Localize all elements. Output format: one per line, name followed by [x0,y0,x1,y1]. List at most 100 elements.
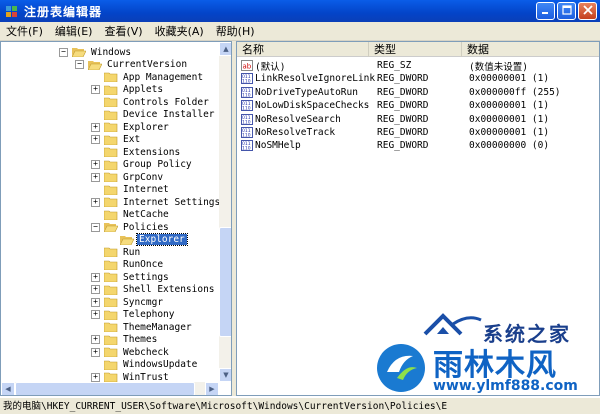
menu-edit[interactable]: 编辑(E) [49,23,99,39]
expand-icon[interactable]: + [91,335,100,345]
tree-node[interactable]: + Shell Extensions [91,284,217,297]
expand-icon[interactable]: + [91,160,100,170]
folder-icon [103,85,118,96]
tree-node[interactable]: − Windows [59,46,133,59]
menu-favorites[interactable]: 收藏夹(A) [149,23,210,39]
close-button[interactable] [578,2,597,20]
tree-vertical-scrollbar[interactable]: ▲ ▼ [219,42,231,382]
value-row[interactable]: ab (默认) REG_SZ (数值未设置) [237,59,599,73]
tree-node-label: WindowsUpdate [123,359,198,371]
tree-node[interactable]: Extensions [91,146,182,159]
value-row[interactable]: 011 110 NoLowDiskSpaceChecks REG_DWORD 0x000… [237,99,599,112]
tree-node[interactable]: WindowsUpdate [91,359,199,372]
expand-icon[interactable]: + [91,285,100,295]
regedit-app-icon [4,3,20,19]
collapse-icon[interactable]: − [91,222,100,232]
tree-node[interactable]: + Webcheck [91,346,171,359]
tree-node-label: Telephony [123,309,175,321]
tree-node-label: Run [123,246,141,258]
minimize-button[interactable] [536,2,555,20]
scroll-right-button[interactable]: ▶ [205,382,219,395]
menu-help[interactable]: 帮助(H) [210,23,261,39]
value-data: 0x00000000 (0) [469,140,550,152]
tree-node-label: ThemeManager [123,321,192,333]
svg-text:ab: ab [243,63,252,71]
folder-icon [103,172,118,183]
value-row[interactable]: 011 110 NoDriveTypeAutoRun REG_DWORD 0x00000… [237,86,599,99]
tree-node[interactable]: + Telephony [91,309,176,322]
expand-icon[interactable]: + [91,85,100,95]
value-data: 0x00000001 (1) [469,127,550,138]
tree-node[interactable]: ThemeManager [91,321,194,334]
value-row[interactable]: 011 110 LinkResolveIgnoreLink... REG_DWORD 0… [237,72,599,85]
tree-horizontal-scrollbar[interactable]: ◀ ▶ [1,382,219,395]
tree-node[interactable]: + Ext [91,134,142,147]
registry-tree[interactable]: − Windows − CurrentVersion App Management + Ap… [0,41,232,396]
expand-icon[interactable]: + [91,122,100,132]
tree-node[interactable]: + Group Policy [91,159,194,172]
column-type[interactable]: 类型 [369,42,462,57]
folder-icon [103,260,118,271]
tree-node[interactable]: − CurrentVersion [75,59,189,72]
tree-node[interactable]: Run [91,246,142,259]
tree-node-label: Policies [123,221,169,233]
tree-node[interactable]: NetCache [91,209,171,222]
expand-icon[interactable]: + [91,197,100,207]
tree-node[interactable]: + Themes [91,334,159,347]
folder-icon [103,160,118,171]
value-row[interactable]: 011 110 NoResolveTrack REG_DWORD 0x00000001 … [237,126,599,139]
horizontal-scroll-thumb[interactable] [15,382,195,395]
tree-node[interactable]: RunOnce [91,259,165,272]
tree-node[interactable]: + Explorer [91,121,171,134]
tree-node[interactable]: − Policies [91,221,171,234]
tree-node-label: Windows [91,46,132,58]
value-name: LinkResolveIgnoreLink... [255,73,379,85]
maximize-button[interactable] [557,2,576,20]
value-data: 0x000000ff (255) [469,86,561,98]
tree-node[interactable]: + Internet Settings [91,196,222,209]
tree-node[interactable]: Device Installer [91,109,217,122]
tree-node[interactable]: + GrpConv [91,171,165,184]
tree-node-label: Internet Settings [123,196,221,208]
tree-node[interactable]: + Applets [91,84,165,97]
expand-icon[interactable]: + [91,310,100,320]
scroll-thumb[interactable] [219,227,231,337]
title-bar[interactable]: 注册表编辑器 [0,0,600,22]
tree-node[interactable]: App Management [91,71,205,84]
tree-node[interactable]: + Syncmgr [91,296,165,309]
folder-icon [103,97,118,108]
tree-node-label: NetCache [123,209,169,221]
values-list[interactable]: 名称 类型 数据 ab (默认) REG_SZ (数值未设置) 011 110 LinkRe… [236,41,600,396]
expand-icon[interactable]: + [91,272,100,282]
scroll-up-button[interactable]: ▲ [219,42,231,56]
expand-icon[interactable]: + [91,347,100,357]
folder-icon [103,72,118,83]
svg-text:110: 110 [242,133,251,139]
collapse-icon[interactable]: − [75,60,84,70]
status-bar: 我的电脑\HKEY_CURRENT_USER\Software\Microsof… [0,397,600,414]
tree-node[interactable]: Internet [91,184,171,197]
scroll-down-button[interactable]: ▼ [219,368,231,382]
tree-node[interactable]: Controls Folder [91,96,211,109]
scroll-left-button[interactable]: ◀ [1,382,15,395]
menu-view[interactable]: 查看(V) [98,23,148,39]
menu-file[interactable]: 文件(F) [0,23,49,39]
value-row[interactable]: 011 110 NoResolveSearch REG_DWORD 0x00000001… [237,113,599,126]
collapse-icon[interactable]: − [59,47,68,57]
tree-node[interactable]: Explorer [107,233,188,247]
expand-icon[interactable]: + [91,172,100,182]
value-row[interactable]: 011 110 NoSMHelp REG_DWORD 0x00000000 (0) [237,139,599,152]
open-folder-icon [87,60,103,71]
tree-node-label: Extensions [123,146,181,158]
tree-node[interactable]: + Settings [91,271,171,284]
column-name[interactable]: 名称 [237,42,369,57]
expand-icon[interactable]: + [91,135,100,145]
column-data[interactable]: 数据 [462,42,599,57]
svg-text:110: 110 [242,79,251,85]
expand-icon[interactable]: + [91,297,100,307]
expand-icon[interactable]: + [91,372,100,382]
